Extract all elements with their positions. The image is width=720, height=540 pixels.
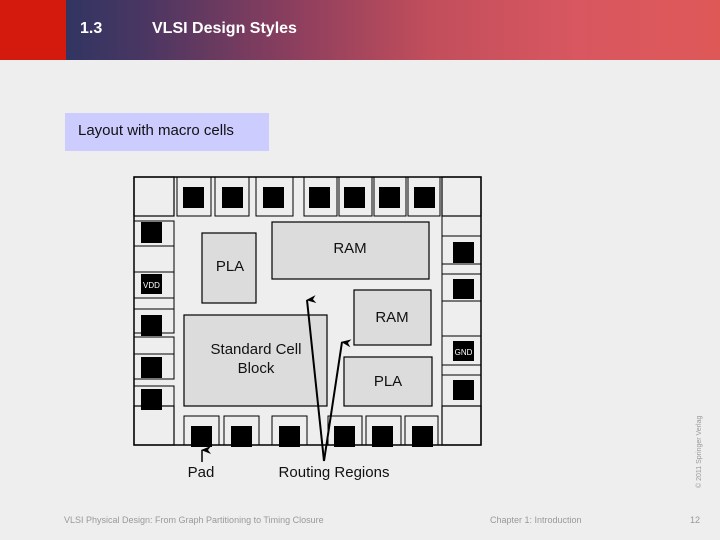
pad-square bbox=[379, 187, 400, 208]
pad-square bbox=[191, 426, 212, 447]
pla-top-label: PLA bbox=[216, 258, 244, 275]
footer-chapter: Chapter 1: Introduction bbox=[490, 515, 582, 525]
pad-square bbox=[334, 426, 355, 447]
footer-page-number: 12 bbox=[690, 515, 701, 525]
pad-square bbox=[453, 279, 474, 299]
pad-square bbox=[183, 187, 204, 208]
copyright-notice: © 2011 Springer Verlag bbox=[696, 415, 703, 488]
pad-square bbox=[141, 357, 162, 378]
ram-top-label: RAM bbox=[333, 240, 366, 257]
pad-square bbox=[231, 426, 252, 447]
gnd-label: GND bbox=[455, 348, 473, 357]
vdd-label: VDD bbox=[143, 281, 160, 290]
pad-square bbox=[141, 315, 162, 336]
ram-right-label: RAM bbox=[375, 309, 408, 326]
standard-cell-label-line2: Block bbox=[238, 360, 275, 377]
pad-square bbox=[372, 426, 393, 447]
footer-book-title: VLSI Physical Design: From Graph Partiti… bbox=[64, 515, 324, 525]
pad-square bbox=[279, 426, 300, 447]
pad-square bbox=[141, 222, 162, 243]
pad-square bbox=[412, 426, 433, 447]
routing-regions-callout-label: Routing Regions bbox=[279, 464, 390, 481]
macro-cell-layout-diagram: VDD GND PLA RAM RAM Standard Cell Block … bbox=[133, 176, 482, 481]
pad-square bbox=[309, 187, 330, 208]
pad-square bbox=[222, 187, 243, 208]
pla-bottom-label: PLA bbox=[374, 373, 402, 390]
pad-square bbox=[344, 187, 365, 208]
standard-cell-label-line1: Standard Cell bbox=[211, 341, 302, 358]
block-pla-top: PLA bbox=[201, 232, 257, 304]
pad-square bbox=[453, 242, 474, 263]
pad-square bbox=[453, 380, 474, 400]
block-ram-top: RAM bbox=[271, 221, 430, 280]
pad-square bbox=[263, 187, 284, 208]
pad-callout-label: Pad bbox=[188, 464, 215, 481]
block-standard-cell: Standard Cell Block bbox=[183, 314, 328, 407]
block-pla-bottom: PLA bbox=[343, 356, 433, 407]
pad-square bbox=[141, 389, 162, 410]
block-ram-right: RAM bbox=[353, 289, 432, 346]
pad-square bbox=[414, 187, 435, 208]
